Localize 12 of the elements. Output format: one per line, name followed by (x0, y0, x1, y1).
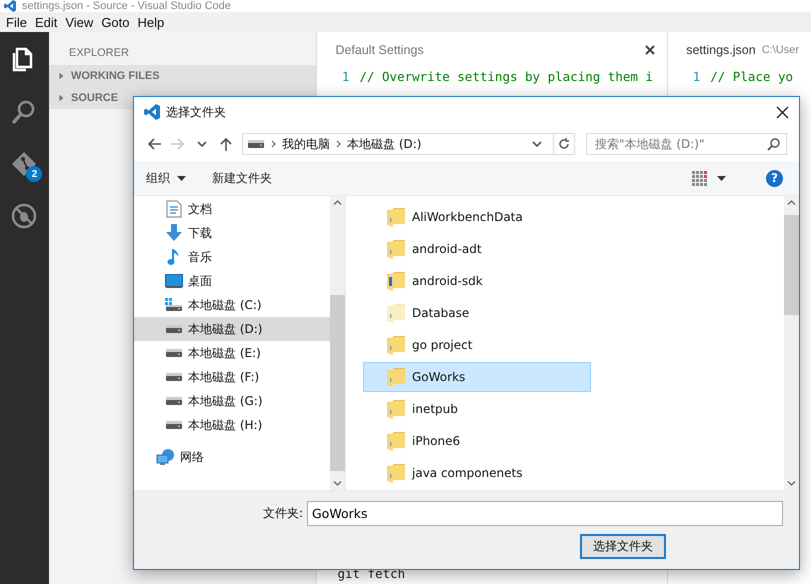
line-number: 1 (692, 68, 702, 86)
count-badge: 2 (26, 166, 42, 182)
sidebar-title: EXPLORER (68, 46, 130, 61)
section-label: WORKING FILES (70, 70, 160, 82)
section-label: SOURCE (70, 92, 118, 104)
line-number: 1 (340, 68, 350, 86)
file-path: C:\User (762, 44, 799, 56)
window-title: settings.json - Source - Visual Studio Code (22, 0, 231, 12)
dialog-title: 选择文件夹 (166, 104, 226, 120)
field-label: 文件夹: (262, 505, 303, 522)
code-line: // Overwrite settings by placing them i (359, 68, 653, 86)
code-line: // Place yo (710, 68, 794, 86)
